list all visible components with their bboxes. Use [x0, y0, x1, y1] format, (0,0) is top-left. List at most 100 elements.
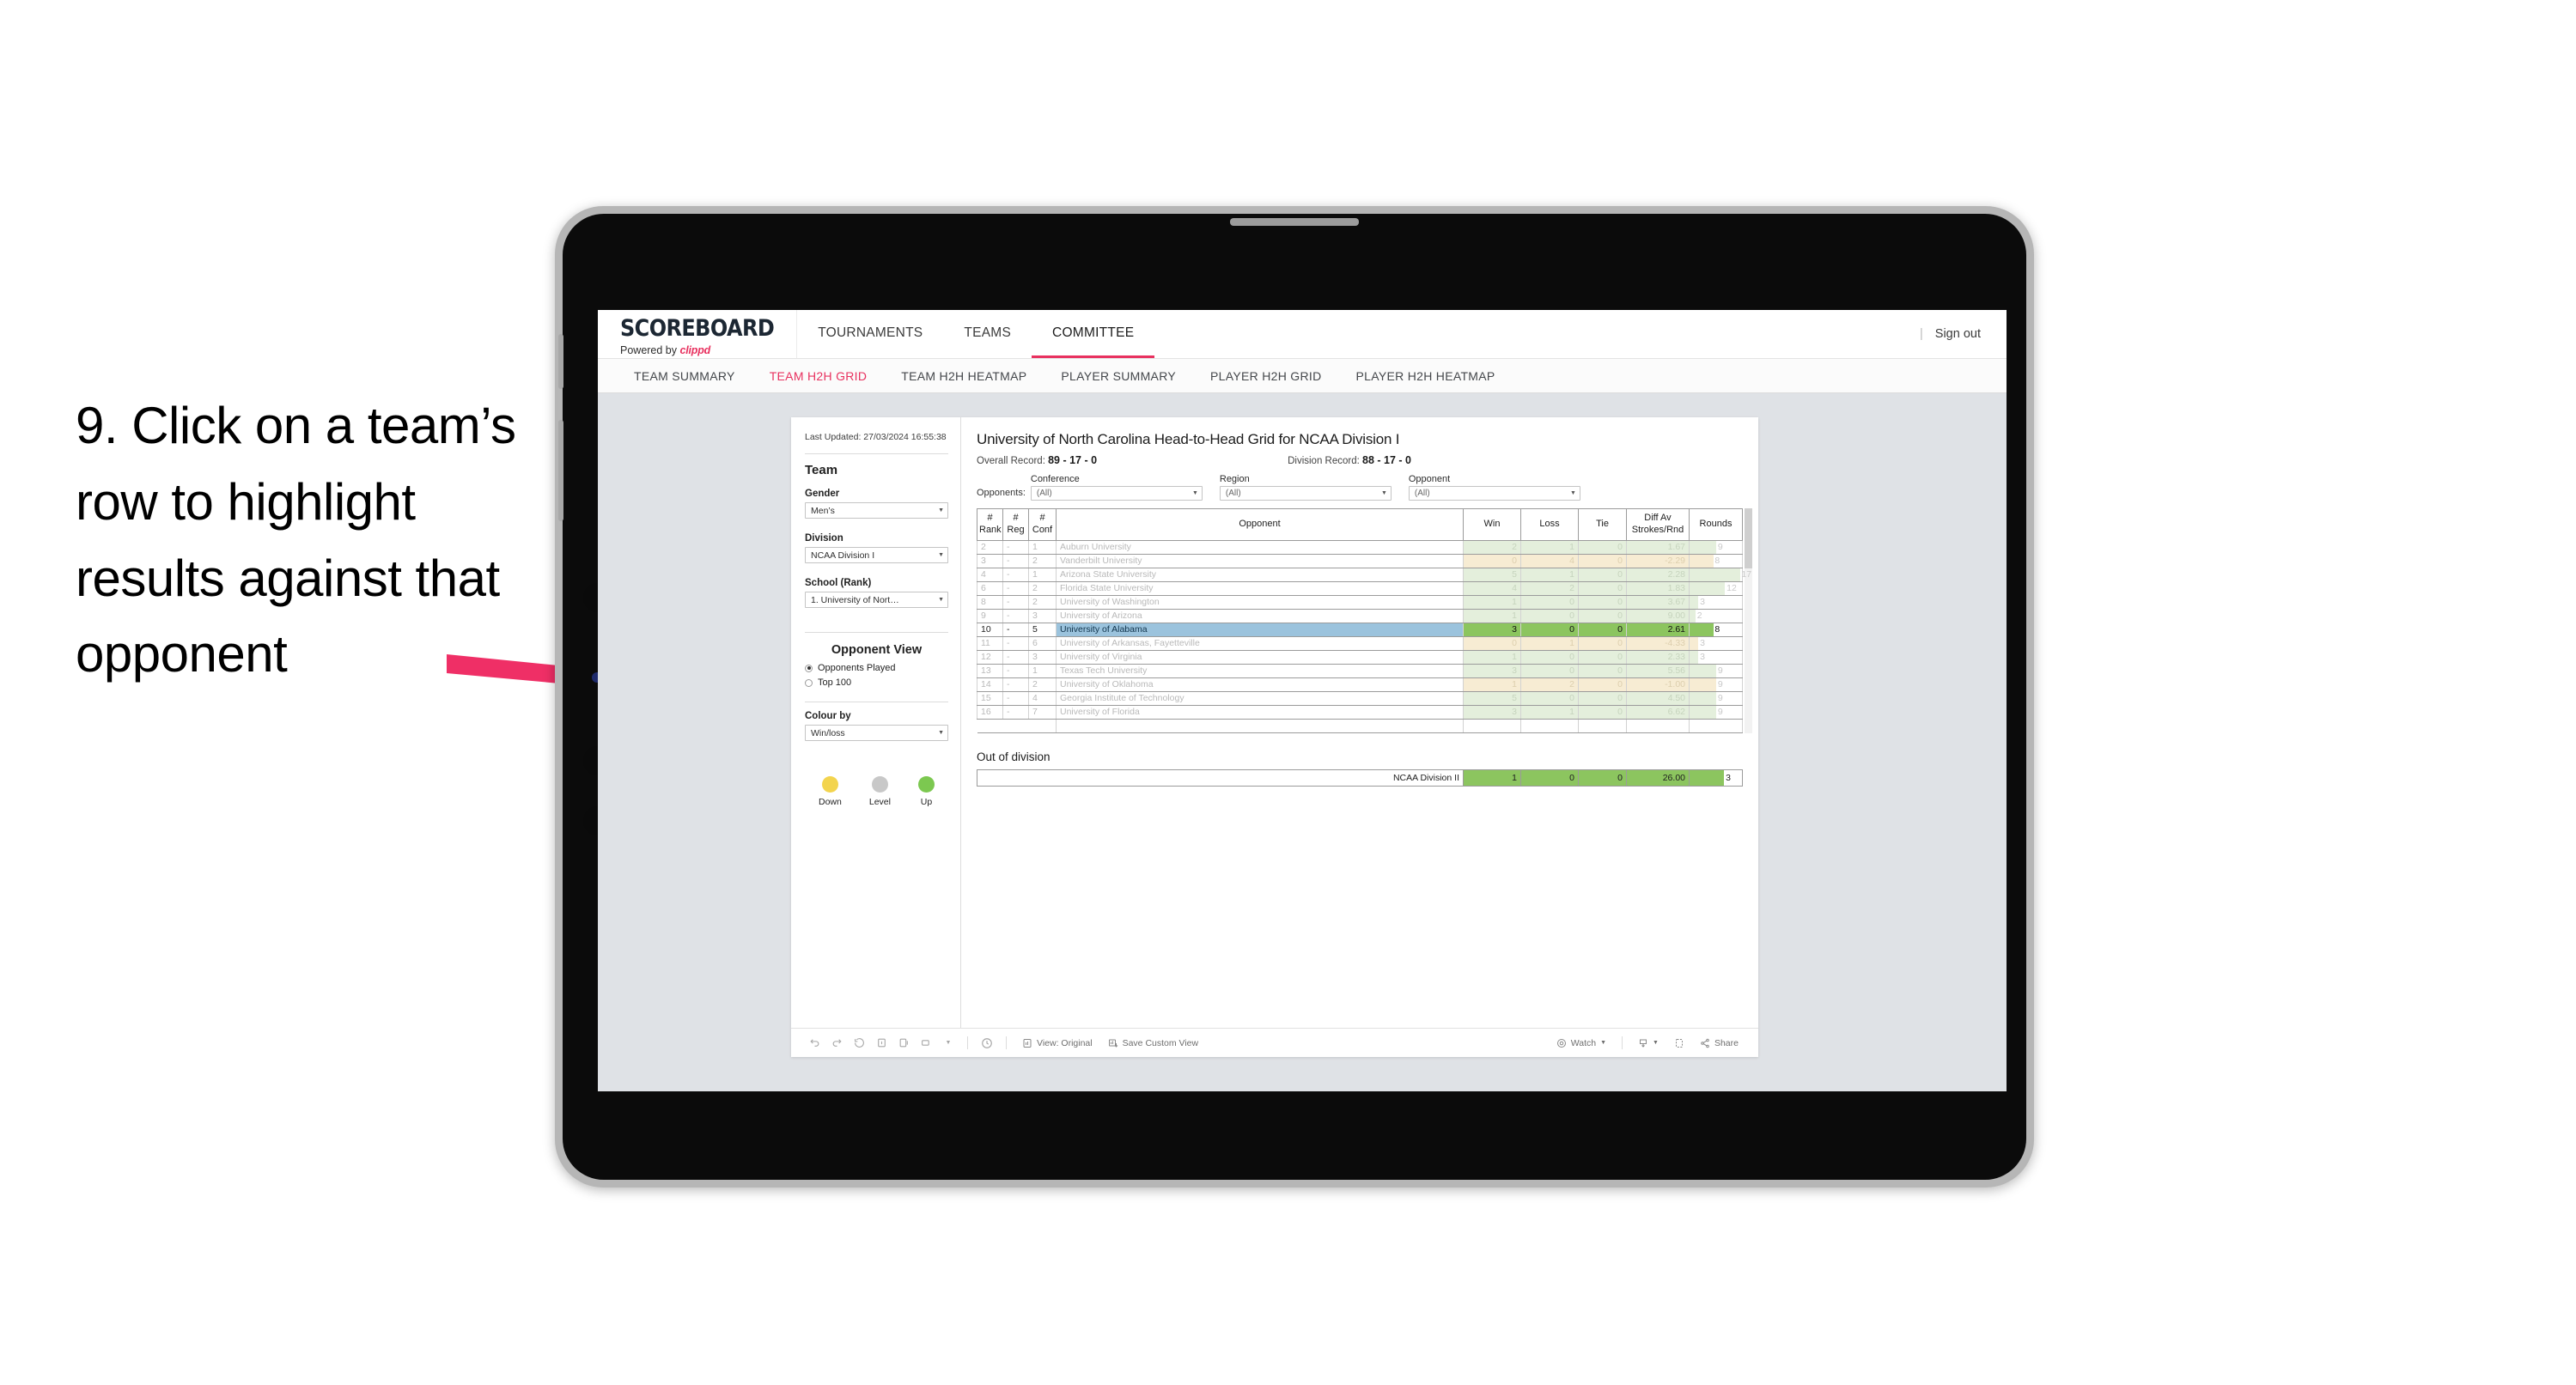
nav-item-teams[interactable]: TEAMS — [943, 310, 1032, 358]
nav-item-committee[interactable]: COMMITTEE — [1032, 310, 1155, 358]
col-rank: # Rank — [977, 508, 1003, 541]
conference-filter: Conference (All) ▼ — [1030, 474, 1203, 501]
table-row[interactable]: 13-1 Texas Tech University 3 0 0 5.56 9 — [977, 664, 1743, 678]
chevron-down-icon[interactable]: ▼ — [937, 1034, 959, 1053]
cell-conf: 1 — [1028, 664, 1057, 678]
overall-record: Overall Record: 89 - 17 - 0 — [977, 454, 1097, 466]
division-record-value: 88 - 17 - 0 — [1362, 454, 1411, 466]
cell-win: 3 — [1463, 623, 1521, 637]
cell-conf: 1 — [1028, 568, 1057, 582]
tab-player-h2h-heatmap[interactable]: PLAYER H2H HEATMAP — [1339, 369, 1513, 383]
table-row[interactable]: 14-2 University of Oklahoma 1 2 0 -1.00 9 — [977, 677, 1743, 692]
fullscreen-button[interactable] — [1666, 1038, 1692, 1048]
cell-reg: - — [1002, 568, 1029, 582]
share-label: Share — [1714, 1037, 1739, 1048]
h2h-grid-wrapper: # Rank # Reg # Conf Opponent Win Loss Ti… — [977, 508, 1752, 733]
tab-player-summary[interactable]: PLAYER SUMMARY — [1044, 369, 1193, 383]
cell-win: 0 — [1463, 554, 1521, 568]
pause-auto-updates-icon[interactable] — [892, 1034, 915, 1053]
cell-rounds: 3 — [1689, 636, 1743, 651]
radio-opponents-played[interactable]: Opponents Played — [805, 663, 948, 673]
cell-loss: 0 — [1520, 609, 1579, 623]
table-row[interactable]: 9-3 University of Arizona 1 0 0 9.00 2 — [977, 609, 1743, 623]
header-right: | Sign out — [1920, 310, 2007, 358]
legend-label-up: Up — [920, 797, 933, 808]
cell-conf: 2 — [1028, 677, 1057, 692]
overall-record-value: 89 - 17 - 0 — [1048, 454, 1098, 466]
cell-opponent: Texas Tech University — [1056, 664, 1464, 678]
table-row[interactable]: 8-2 University of Washington 1 0 0 3.67 3 — [977, 595, 1743, 610]
opponent-filters: Opponents: Conference (All) ▼ Region (Al… — [977, 474, 1743, 501]
tab-team-h2h-heatmap[interactable]: TEAM H2H HEATMAP — [884, 369, 1044, 383]
table-row[interactable]: 15-4 Georgia Institute of Technology 5 0 0 4.… — [977, 691, 1743, 706]
grid-scrollbar-thumb[interactable] — [1745, 508, 1752, 568]
cell-reg: - — [1002, 705, 1029, 720]
view-original-button[interactable]: View: Original — [1014, 1038, 1100, 1048]
cell-tie: 0 — [1578, 540, 1627, 555]
nav-item-tournaments[interactable]: TOURNAMENTS — [797, 310, 943, 358]
cell-diff: 1.83 — [1626, 581, 1690, 596]
download-button[interactable]: ▼ — [1630, 1038, 1666, 1048]
cell-reg: - — [1002, 554, 1029, 568]
cell-opponent: Georgia Institute of Technology — [1056, 691, 1464, 706]
share-button[interactable]: Share — [1692, 1038, 1746, 1048]
opponent-filter: Opponent (All) ▼ — [1408, 474, 1580, 501]
tab-team-summary[interactable]: TEAM SUMMARY — [617, 369, 752, 383]
primary-nav: TOURNAMENTS TEAMS COMMITTEE — [797, 310, 1155, 358]
table-row[interactable]: 16-7 University of Florida 3 1 0 6.62 9 — [977, 705, 1743, 720]
pause-icon[interactable] — [870, 1034, 892, 1053]
cell-reg: - — [1002, 677, 1029, 692]
cell-conf: 1 — [1028, 540, 1057, 555]
page-title: University of North Carolina Head-to-Hea… — [977, 431, 1400, 447]
table-row[interactable]: 11-6 University of Arkansas, Fayetteville… — [977, 636, 1743, 651]
col-diff: Diff Av Strokes/Rnd — [1626, 508, 1690, 541]
division-select[interactable]: NCAA Division I ▼ — [805, 547, 948, 564]
cell-rank: 15 — [977, 691, 1003, 706]
chevron-down-icon: ▼ — [1380, 490, 1387, 496]
watch-button[interactable]: Watch ▼ — [1549, 1038, 1614, 1048]
divider — [805, 453, 948, 455]
gender-label: Gender — [805, 489, 840, 500]
table-row[interactable]: 12-3 University of Virginia 1 0 0 2.33 3 — [977, 650, 1743, 665]
region-filter: Region (All) ▼ — [1219, 474, 1392, 501]
table-row[interactable]: 2-1 Auburn University 2 1 0 1.67 9 — [977, 540, 1743, 555]
cell-rank: 4 — [977, 568, 1003, 582]
colour-legend: Down Level Up — [805, 776, 948, 807]
radio-opponents-played-label: Opponents Played — [818, 663, 896, 674]
legend-item-level: Level — [869, 776, 891, 807]
opponent-filter-select[interactable]: (All) ▼ — [1408, 486, 1580, 501]
table-row[interactable]: 6-2 Florida State University 4 2 0 1.83 12 — [977, 581, 1743, 596]
radio-top-100[interactable]: Top 100 — [805, 677, 948, 688]
cell-loss: 1 — [1520, 540, 1579, 555]
table-row[interactable]: 4-1 Arizona State University 5 1 0 2.28 17 — [977, 568, 1751, 582]
tab-team-h2h-grid[interactable]: TEAM H2H GRID — [752, 369, 885, 383]
col-reg: # Reg — [1002, 508, 1029, 541]
cell-diff: -1.00 — [1626, 677, 1690, 692]
school-select[interactable]: 1. University of Nort… ▼ — [805, 592, 948, 609]
save-custom-view-button[interactable]: Save Custom View — [1100, 1038, 1207, 1048]
division-record-label: Division Record: — [1288, 456, 1362, 466]
cell-conf: 7 — [1028, 705, 1057, 720]
sign-out-link[interactable]: Sign out — [1935, 327, 1981, 341]
cell-reg: - — [1002, 581, 1029, 596]
tab-player-h2h-grid[interactable]: PLAYER H2H GRID — [1193, 369, 1339, 383]
out-of-division-row[interactable]: NCAA Division II 1 0 0 26.00 3 — [977, 768, 1743, 787]
table-row[interactable]: 3-2 Vanderbilt University 0 4 0 -2.29 8 — [977, 554, 1743, 568]
undo-icon[interactable] — [803, 1034, 825, 1053]
cell-rounds: 9 — [1689, 705, 1743, 720]
region-filter-select[interactable]: (All) ▼ — [1219, 486, 1392, 501]
cell-diff: 5.56 — [1626, 664, 1690, 678]
redo-icon[interactable] — [825, 1034, 848, 1053]
refresh-icon[interactable] — [976, 1034, 998, 1053]
gender-select[interactable]: Men’s ▼ — [805, 502, 948, 519]
cell-rank: 12 — [977, 650, 1003, 665]
cell-tie: 0 — [1578, 568, 1627, 582]
cell-opponent: University of Florida — [1056, 705, 1464, 720]
table-row[interactable]: 10-5 University of Alabama 3 0 0 2.61 8 — [977, 623, 1743, 637]
revert-icon[interactable] — [848, 1034, 870, 1053]
device-layout-icon[interactable] — [915, 1034, 937, 1053]
conference-filter-select[interactable]: (All) ▼ — [1030, 486, 1203, 501]
radio-icon — [805, 678, 813, 687]
colour-by-select[interactable]: Win/loss ▼ — [805, 725, 948, 742]
brand-tagline-prefix: Powered by — [620, 343, 680, 356]
